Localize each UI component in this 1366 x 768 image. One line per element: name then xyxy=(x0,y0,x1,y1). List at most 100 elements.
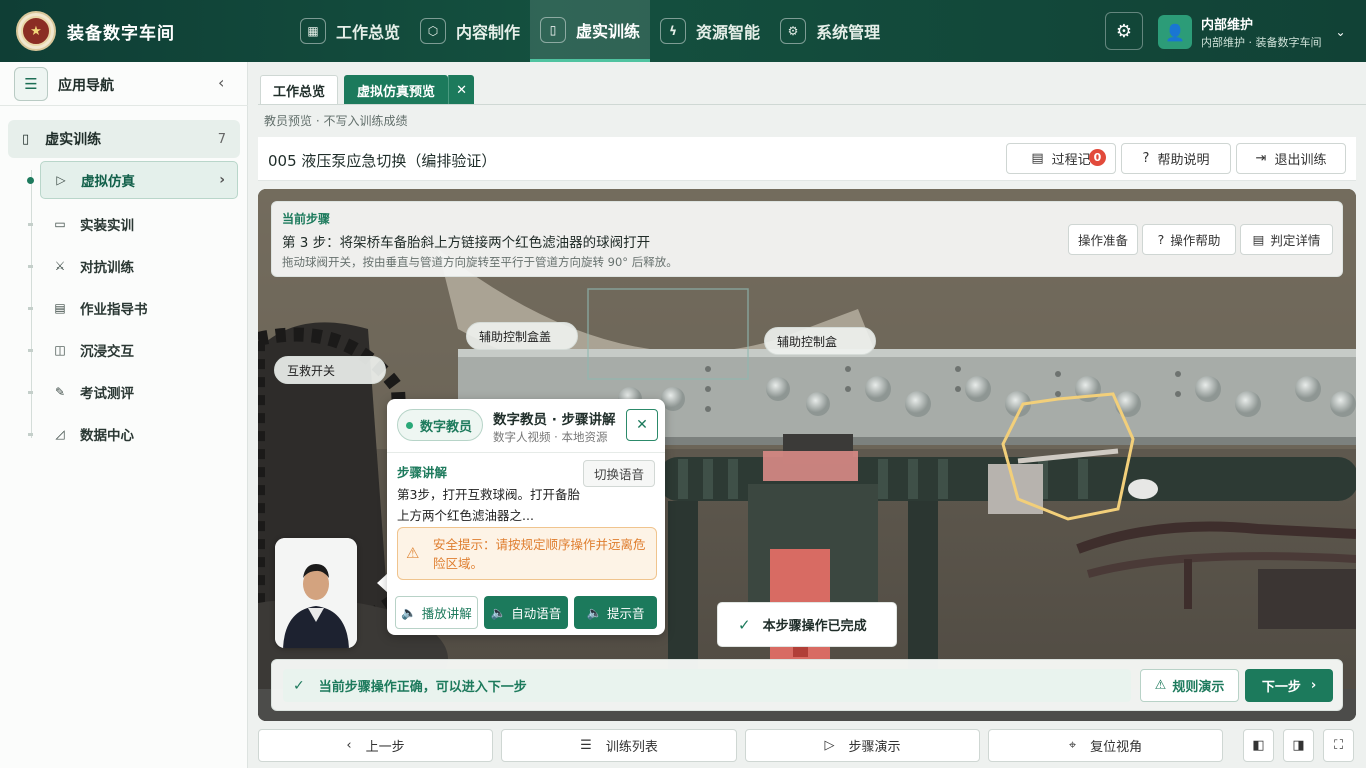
nav-label: 资源智能 xyxy=(696,23,761,42)
nav-resource[interactable]: ϟ 资源智能 xyxy=(650,0,770,62)
nav-system[interactable]: ⚙ 系统管理 xyxy=(770,0,890,62)
prev-step-button[interactable]: ‹ 上一步 xyxy=(258,729,493,762)
sidebar-item-label: 考试测评 xyxy=(80,386,134,402)
menu-toggle-button[interactable]: ☰ xyxy=(14,67,48,101)
play-explanation-button[interactable]: 🔈 播放讲解 xyxy=(395,596,478,629)
label-aux-control-cover[interactable]: 辅助控制盒盖 xyxy=(466,322,578,350)
book-icon: ▯ xyxy=(22,131,30,147)
button-label: 过程记 xyxy=(1051,153,1091,168)
sidebar-item-real-training[interactable]: ▭ 实装实训 xyxy=(28,205,238,243)
judge-detail-button[interactable]: ▤ 判定详情 xyxy=(1240,224,1333,255)
help-button[interactable]: ? 帮助说明 xyxy=(1121,143,1231,174)
nav-label: 内容制作 xyxy=(456,23,521,42)
process-record-button[interactable]: ▤ 过程记 0 xyxy=(1006,143,1116,174)
nav-content[interactable]: ⬡ 内容制作 xyxy=(410,0,530,62)
tutor-subtitle: 数字人视频 · 本地资源 xyxy=(493,430,608,444)
button-label: 判定详情 xyxy=(1270,233,1321,248)
step-status-bar: ✓ 当前步骤操作正确，可以进入下一步 ⚠ 规则演示 下一步 › xyxy=(271,659,1343,711)
reset-view-button[interactable]: ⌖ 复位视角 xyxy=(988,729,1223,762)
check-icon: ✓ xyxy=(738,615,751,634)
sidebar-item-confrontation[interactable]: ⚔ 对抗训练 xyxy=(28,247,238,285)
tab-overview[interactable]: 工作总览 xyxy=(260,75,339,105)
digital-tutor-video[interactable] xyxy=(275,538,357,648)
tree-dot xyxy=(28,265,33,268)
nav-label: 工作总览 xyxy=(336,23,401,42)
toast-text: 本步骤操作已完成 xyxy=(762,619,867,634)
gear-icon: ⚙ xyxy=(780,18,807,44)
panel-right-icon[interactable]: ◨ xyxy=(1283,729,1314,762)
panel-left-icon[interactable]: ◧ xyxy=(1243,729,1274,762)
tab-sim-preview[interactable]: 虚拟仿真预览 xyxy=(344,75,449,105)
fight-icon: ⚔ xyxy=(54,259,66,273)
tab-divider xyxy=(258,104,1366,105)
tab-close-icon[interactable]: ✕ xyxy=(448,75,475,105)
question-icon: ? xyxy=(1142,151,1150,166)
rule-demo-button[interactable]: ⚠ 规则演示 xyxy=(1140,669,1239,702)
monitor-icon: ▭ xyxy=(54,217,66,231)
warning-icon: ⚠ xyxy=(1154,678,1167,693)
digital-tutor-panel: 数字教员 数字教员 · 步骤讲解 数字人视频 · 本地资源 ✕ 步骤讲解 切换语… xyxy=(387,399,665,635)
tone-button[interactable]: 🔈 提示音 xyxy=(574,596,657,629)
step-complete-toast: ✓ 本步骤操作已完成 xyxy=(717,602,897,647)
step-hint: 拖动球阀开关，按由垂直与管道方向旋转至平行于管道方向旋转 90° 后释放。 xyxy=(282,255,678,269)
auto-voice-button[interactable]: 🔈 自动语音 xyxy=(484,596,568,629)
sidebar-header: ☰ 应用导航 ‹ xyxy=(0,62,248,106)
sidebar-item-virtual-sim[interactable]: ▷ 虚拟仿真 › xyxy=(27,161,238,199)
document-icon: ▤ xyxy=(1031,151,1044,166)
switch-voice-button[interactable]: 切换语音 xyxy=(583,460,655,487)
plug-icon: ϟ xyxy=(660,18,687,44)
crosshair-icon: ⌖ xyxy=(1068,738,1077,753)
sidebar-group-training[interactable]: ▯ 虚实训练 7 xyxy=(8,120,240,158)
operation-prepare-button[interactable]: 操作准备 xyxy=(1068,224,1138,255)
tree-dot xyxy=(28,433,33,436)
training-list-button[interactable]: ☰ 训练列表 xyxy=(501,729,737,762)
simulation-viewport[interactable]: 当前步骤 第 3 步：将架桥车备胎斜上方链接两个红色滤油器的球阀打开 拖动球阀开… xyxy=(258,189,1356,721)
settings-button[interactable]: ⚙ xyxy=(1105,12,1143,50)
online-dot-icon xyxy=(406,421,413,429)
label-rescue-switch[interactable]: 互救开关 xyxy=(274,356,386,384)
badge-label: 数字教员 xyxy=(420,419,473,435)
book-icon: ▯ xyxy=(540,16,567,43)
speaker-icon: 🔈 xyxy=(401,604,417,620)
cube-icon: ⬡ xyxy=(420,18,447,44)
button-label: 退出训练 xyxy=(1274,153,1327,168)
close-icon[interactable]: ✕ xyxy=(626,409,658,441)
nav-overview[interactable]: ▦ 工作总览 xyxy=(290,0,410,62)
button-label: 操作帮助 xyxy=(1170,233,1221,248)
nav-label: 系统管理 xyxy=(816,23,881,42)
sidebar-item-guide[interactable]: ▤ 作业指导书 xyxy=(28,289,238,327)
current-step-card: 当前步骤 第 3 步：将架桥车备胎斜上方链接两个红色滤油器的球阀打开 拖动球阀开… xyxy=(271,201,1343,277)
document-icon: ▤ xyxy=(54,301,66,315)
status-message: ✓ 当前步骤操作正确，可以进入下一步 xyxy=(283,669,1131,702)
record-badge: 0 xyxy=(1089,149,1106,166)
nav-label: 虚实训练 xyxy=(576,21,641,41)
step-demo-button[interactable]: ▷ 步骤演示 xyxy=(745,729,980,762)
user-menu[interactable]: 👤 内部维护 内部维护 · 装备数字车间 ⌄ xyxy=(1158,14,1346,50)
chevron-down-icon: ⌄ xyxy=(1335,25,1346,39)
chevron-right-icon: › xyxy=(219,172,225,188)
tree-dot xyxy=(28,307,33,310)
sidebar-item-immersive[interactable]: ◫ 沉浸交互 xyxy=(28,331,238,369)
operation-help-button[interactable]: ? 操作帮助 xyxy=(1142,224,1236,255)
sidebar-item-label: 实装实训 xyxy=(80,218,134,234)
collapse-sidebar-icon[interactable]: ‹ xyxy=(218,73,224,92)
fullscreen-icon[interactable]: ⛶ xyxy=(1323,729,1354,762)
tutor-section-title: 步骤讲解 xyxy=(397,465,448,480)
nav-training[interactable]: ▯ 虚实训练 xyxy=(530,0,651,62)
user-role: 内部维护 · 装备数字车间 xyxy=(1201,36,1322,49)
speaker-icon: 🔈 xyxy=(586,604,603,620)
label-aux-control-box[interactable]: 辅助控制盒 xyxy=(764,327,876,355)
button-label: 播放讲解 xyxy=(421,606,472,621)
sidebar-item-exam[interactable]: ✎ 考试测评 xyxy=(28,373,238,411)
play-circle-icon: ▷ xyxy=(56,173,66,187)
page-title: 005 液压泵应急切换（编排验证） xyxy=(268,152,497,170)
sidebar-item-data[interactable]: ◿ 数据中心 xyxy=(28,415,238,453)
tab-bar: 工作总览 虚拟仿真预览 ✕ xyxy=(260,75,475,105)
tree-line xyxy=(31,170,32,438)
tree-dot xyxy=(28,349,33,352)
safety-warning: ⚠ 安全提示：请按规定顺序操作并远离危险区域。 xyxy=(397,527,657,580)
exit-training-button[interactable]: ⇥ 退出训练 xyxy=(1236,143,1346,174)
warning-icon: ⚠ xyxy=(406,544,420,562)
active-dot xyxy=(27,177,34,184)
next-step-button[interactable]: 下一步 › xyxy=(1245,669,1333,702)
